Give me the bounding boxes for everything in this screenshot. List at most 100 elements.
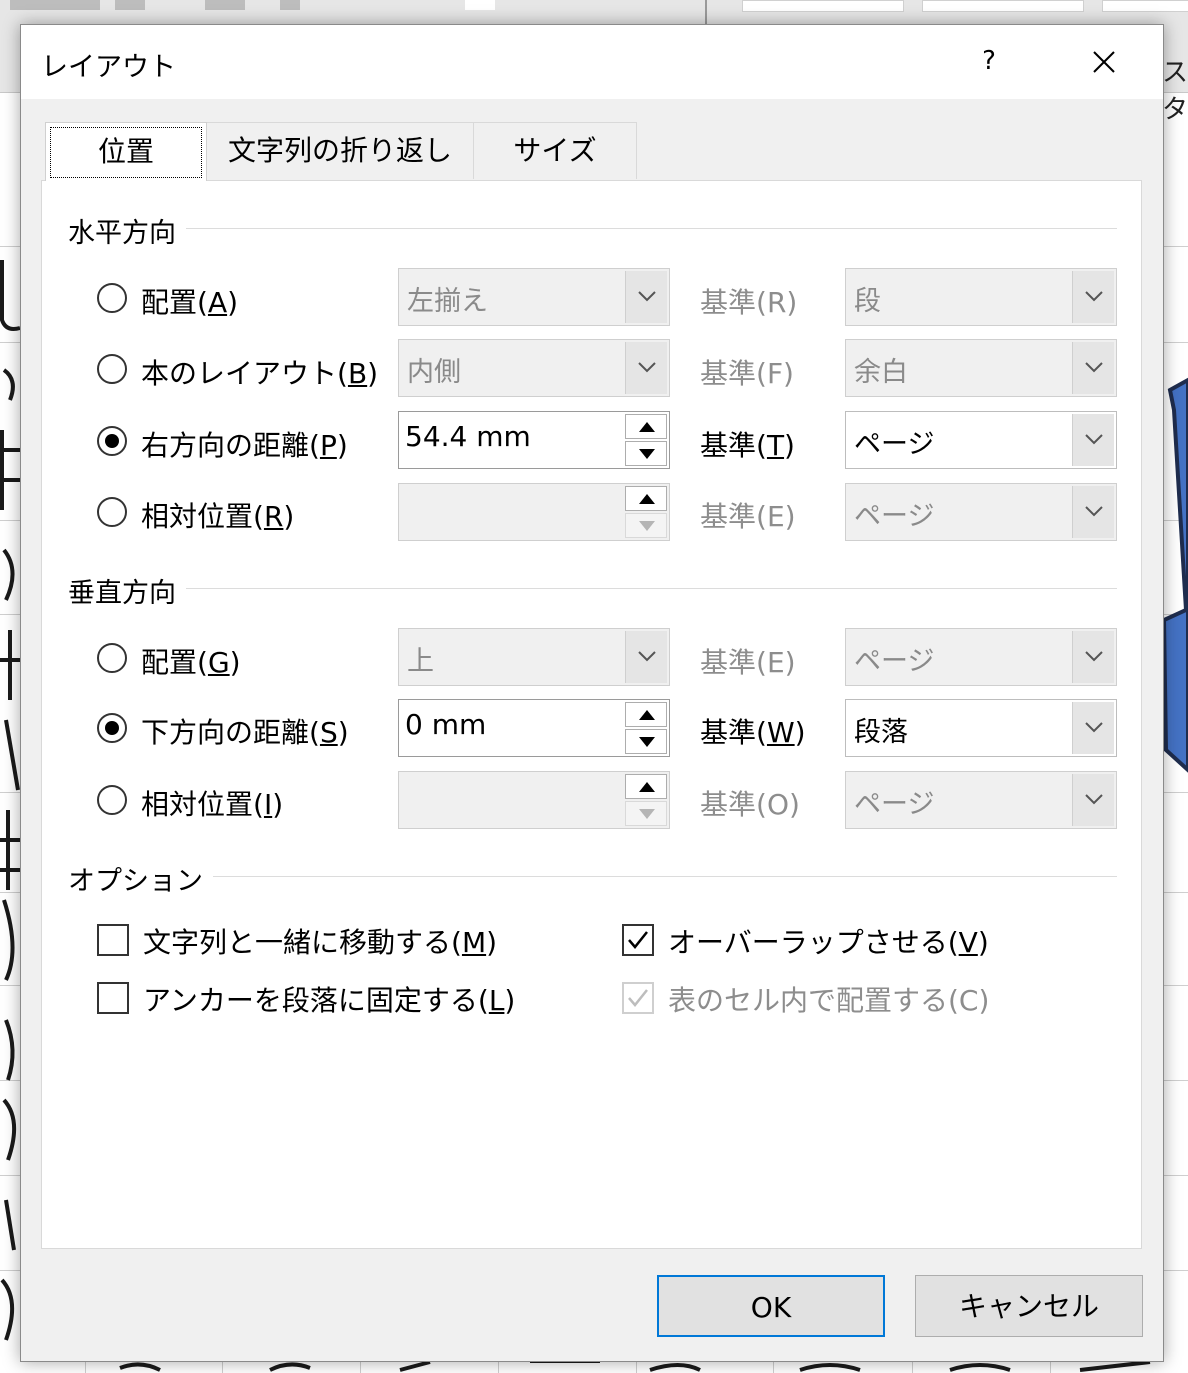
radio-h-relative-position[interactable]: 相対位置(R) (97, 495, 387, 535)
chevron-down-icon (1085, 651, 1103, 662)
v-absolute-position-spinner[interactable]: 0 mm (398, 699, 670, 757)
layout-dialog: レイアウト ? 位置 文字列の折り返し サイズ 水平方向 配置(A) 左揃え 基… (20, 24, 1164, 1362)
dropdown-button[interactable] (1072, 486, 1114, 538)
select-value: 内側 (407, 357, 461, 388)
h-absolute-ref-label: 基準(T) (700, 429, 795, 462)
spin-up-button[interactable] (625, 774, 667, 799)
v-relative-position-spinner[interactable] (398, 771, 670, 829)
checkbox-label: オーバーラップさせる(V) (668, 926, 989, 959)
radio-h-book-layout[interactable]: 本のレイアウト(B) (97, 352, 387, 392)
cancel-button[interactable]: キャンセル (915, 1275, 1143, 1337)
spinner-value[interactable]: 54.4 mm (405, 420, 531, 453)
radio-button[interactable] (97, 497, 127, 527)
h-alignment-ref-select[interactable]: 段 (845, 268, 1117, 326)
radio-label: 右方向の距離(P) (141, 429, 348, 462)
dropdown-button[interactable] (1072, 414, 1114, 466)
tab-label: 文字列の折り返し (227, 134, 452, 167)
dropdown-button[interactable] (1072, 702, 1114, 754)
select-value: ページ (854, 646, 935, 677)
spinner-buttons (625, 774, 667, 826)
spinner-buttons (625, 702, 667, 754)
chevron-down-icon (1085, 434, 1103, 445)
v-absolute-ref-select[interactable]: 段落 (845, 699, 1117, 757)
dropdown-button[interactable] (1072, 271, 1114, 323)
checkbox[interactable] (97, 924, 129, 956)
h-alignment-select[interactable]: 左揃え (398, 268, 670, 326)
ok-button[interactable]: OK (657, 1275, 885, 1337)
h-relative-ref-select[interactable]: ページ (845, 483, 1117, 541)
group-divider (182, 228, 1117, 229)
v-alignment-select[interactable]: 上 (398, 628, 670, 686)
radio-button[interactable] (97, 713, 127, 743)
radio-button[interactable] (97, 354, 127, 384)
spin-down-button[interactable] (625, 513, 667, 538)
v-absolute-ref-label: 基準(W) (700, 716, 806, 749)
checkbox-allow-overlap[interactable]: オーバーラップさせる(V) (622, 921, 989, 961)
tab-label: サイズ (513, 134, 597, 167)
v-relative-ref-select[interactable]: ページ (845, 771, 1117, 829)
options-heading: オプション (68, 859, 213, 898)
radio-button[interactable] (97, 785, 127, 815)
spin-down-button[interactable] (625, 801, 667, 826)
ribbon-button[interactable] (1102, 0, 1188, 12)
radio-label: 相対位置(R) (141, 500, 295, 533)
dropdown-button[interactable] (1072, 342, 1114, 394)
tab-size[interactable]: サイズ (473, 122, 637, 179)
spin-up-button[interactable] (625, 414, 667, 439)
radio-h-alignment[interactable]: 配置(A) (97, 281, 387, 321)
h-book-layout-ref-select[interactable]: 余白 (845, 339, 1117, 397)
position-tab-panel: 水平方向 配置(A) 左揃え 基準(R) 段 本のレイアウト(B) 内側 基準(… (41, 180, 1142, 1249)
chevron-down-icon (1085, 722, 1103, 733)
select-value: ページ (854, 429, 935, 460)
radio-h-absolute-position[interactable]: 右方向の距離(P) (97, 424, 387, 464)
tab-text-wrapping[interactable]: 文字列の折り返し (205, 122, 475, 179)
v-alignment-ref-label: 基準(E) (700, 646, 796, 679)
triangle-up-icon (639, 710, 655, 720)
h-absolute-position-spinner[interactable]: 54.4 mm (398, 411, 670, 469)
h-absolute-ref-select[interactable]: ページ (845, 411, 1117, 469)
ribbon-button[interactable] (922, 0, 1084, 12)
spin-down-button[interactable] (625, 729, 667, 754)
h-book-layout-ref-label: 基準(F) (700, 357, 794, 390)
radio-v-absolute-position[interactable]: 下方向の距離(S) (97, 711, 387, 751)
triangle-down-icon (639, 449, 655, 459)
ribbon-control (205, 0, 245, 10)
dropdown-button[interactable] (1072, 631, 1114, 683)
radio-button[interactable] (97, 426, 127, 456)
chevron-down-icon (638, 651, 656, 662)
dropdown-button[interactable] (625, 342, 667, 394)
dropdown-button[interactable] (1072, 774, 1114, 826)
checkbox-move-with-text[interactable]: 文字列と一緒に移動する(M) (97, 921, 517, 961)
ribbon-control (280, 0, 300, 10)
help-button[interactable]: ? (967, 39, 1011, 83)
close-icon (1093, 51, 1115, 73)
select-value: 段落 (854, 717, 908, 748)
spinner-value[interactable]: 0 mm (405, 708, 486, 741)
h-relative-ref-label: 基準(E) (700, 500, 796, 533)
checkbox[interactable] (622, 982, 654, 1014)
checkbox-lock-anchor[interactable]: アンカーを段落に固定する(L) (97, 979, 517, 1019)
h-relative-position-spinner[interactable] (398, 483, 670, 541)
checkbox-layout-in-table-cell[interactable]: 表のセル内で配置する(C) (622, 979, 1002, 1019)
ribbon-button[interactable] (742, 0, 904, 12)
dropdown-button[interactable] (625, 631, 667, 683)
radio-v-alignment[interactable]: 配置(G) (97, 641, 387, 681)
radio-label: 配置(G) (141, 646, 241, 679)
tab-position[interactable]: 位置 (45, 122, 207, 181)
spin-up-button[interactable] (625, 486, 667, 511)
select-value: 上 (407, 646, 434, 677)
close-button[interactable] (1079, 39, 1127, 83)
radio-v-relative-position[interactable]: 相対位置(I) (97, 783, 387, 823)
radio-button[interactable] (97, 643, 127, 673)
v-alignment-ref-select[interactable]: ページ (845, 628, 1117, 686)
spin-down-button[interactable] (625, 441, 667, 466)
dropdown-button[interactable] (625, 271, 667, 323)
checkbox[interactable] (622, 924, 654, 956)
spin-up-button[interactable] (625, 702, 667, 727)
spinner-buttons (625, 486, 667, 538)
h-book-layout-select[interactable]: 内側 (398, 339, 670, 397)
background-text-strokes (0, 260, 22, 1341)
checkbox[interactable] (97, 982, 129, 1014)
radio-button[interactable] (97, 283, 127, 313)
chevron-down-icon (1085, 291, 1103, 302)
